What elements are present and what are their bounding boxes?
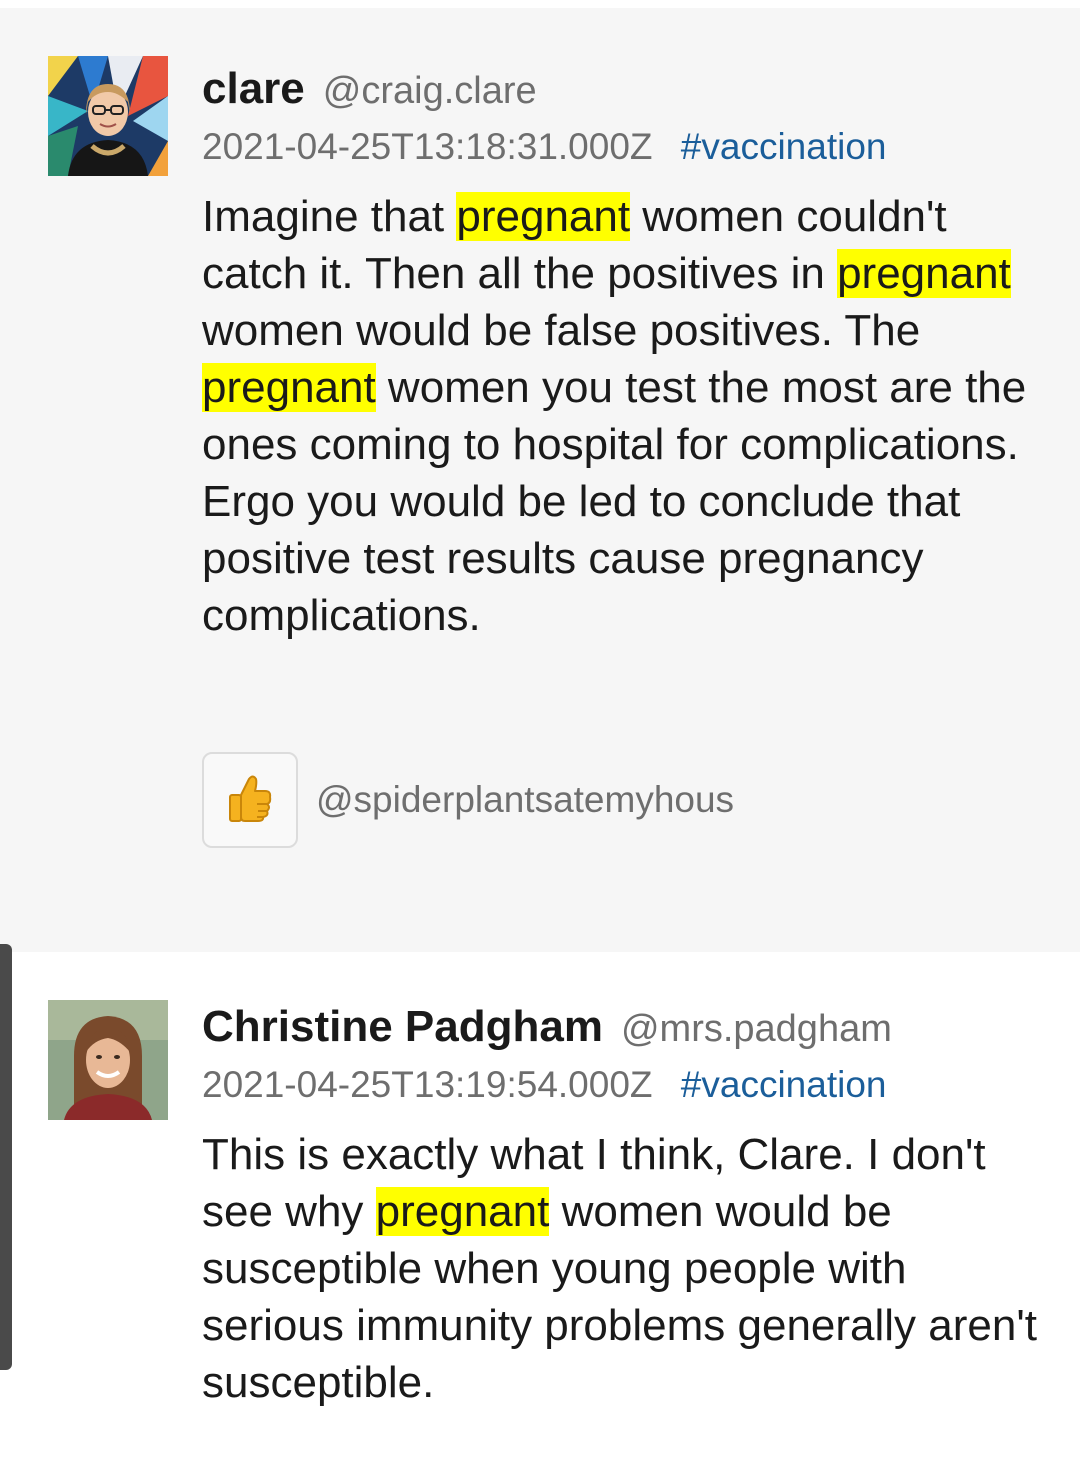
post-meta: 2021-04-25T13:18:31.000Z #vaccination <box>202 126 1040 168</box>
reaction-user-handle[interactable]: @spiderplantsatemyhous <box>316 779 734 821</box>
reaction-button[interactable] <box>202 752 298 848</box>
timestamp[interactable]: 2021-04-25T13:19:54.000Z <box>202 1064 653 1105</box>
author-name[interactable]: Christine Padgham <box>202 1002 603 1052</box>
author-handle[interactable]: @craig.clare <box>323 70 537 113</box>
search-highlight: pregnant <box>375 1187 550 1236</box>
body-text-segment: women would be false positives. The <box>202 306 921 355</box>
timestamp[interactable]: 2021-04-25T13:18:31.000Z <box>202 126 653 167</box>
hashtag-link[interactable]: #vaccination <box>681 1064 887 1105</box>
post-body: This is exactly what I think, Clare. I d… <box>202 1126 1042 1411</box>
thumbs-up-icon <box>227 773 273 828</box>
post-item[interactable]: Christine Padgham @mrs.padgham 2021-04-2… <box>0 952 1080 1458</box>
post-content: clare @craig.clare 2021-04-25T13:18:31.0… <box>202 64 1040 644</box>
author-name[interactable]: clare <box>202 64 305 114</box>
body-text-segment: Imagine that <box>202 192 457 241</box>
post-meta: 2021-04-25T13:19:54.000Z #vaccination <box>202 1064 1040 1106</box>
search-highlight: pregnant <box>202 363 376 412</box>
hashtag-link[interactable]: #vaccination <box>681 126 887 167</box>
scrollbar-thumb[interactable] <box>0 944 12 1370</box>
top-strip <box>0 0 1080 8</box>
reaction-row: @spiderplantsatemyhous <box>202 752 734 848</box>
post-body: Imagine that pregnant women couldn't cat… <box>202 188 1042 644</box>
author-handle[interactable]: @mrs.padgham <box>621 1008 892 1051</box>
post-header: Christine Padgham @mrs.padgham <box>202 1002 1040 1052</box>
post-item[interactable]: clare @craig.clare 2021-04-25T13:18:31.0… <box>0 8 1080 952</box>
avatar[interactable] <box>48 1000 168 1120</box>
search-highlight: pregnant <box>837 249 1011 298</box>
post-content: Christine Padgham @mrs.padgham 2021-04-2… <box>202 1002 1040 1411</box>
avatar[interactable] <box>48 56 168 176</box>
post-header: clare @craig.clare <box>202 64 1040 114</box>
search-highlight: pregnant <box>456 192 631 241</box>
